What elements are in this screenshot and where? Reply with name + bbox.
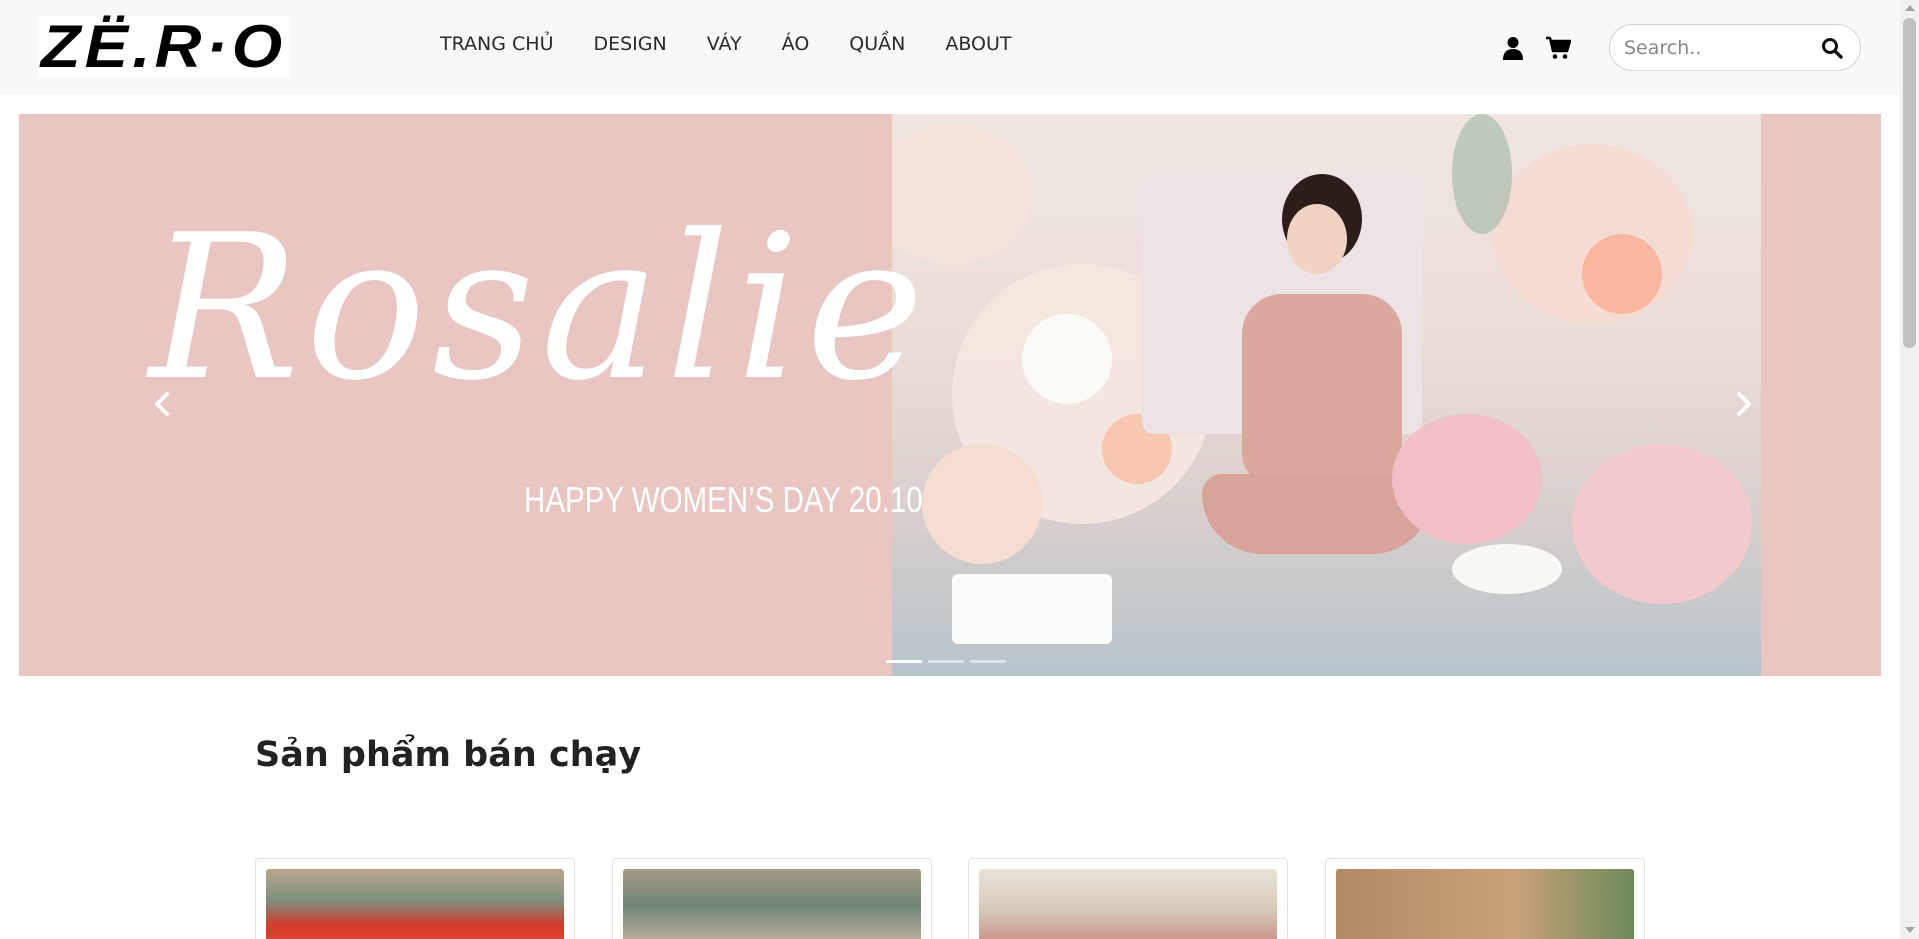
nav-item-design[interactable]: DESIGN	[593, 33, 666, 55]
search-input[interactable]	[1624, 33, 1814, 63]
carousel-prev-icon[interactable]	[147, 384, 177, 424]
carousel-indicators	[886, 660, 1006, 663]
product-image	[623, 869, 921, 939]
carousel-next-icon[interactable]	[1729, 384, 1759, 424]
search-icon[interactable]	[1821, 37, 1843, 59]
product-image	[266, 869, 564, 939]
hero-subtitle: HAPPY WOMEN’S DAY 20.10	[524, 479, 923, 520]
product-image	[1336, 869, 1634, 939]
scroll-down-icon[interactable]	[1905, 927, 1915, 933]
scrollbar-thumb[interactable]	[1903, 18, 1916, 348]
carousel-indicator[interactable]	[970, 660, 1006, 663]
product-card[interactable]	[612, 858, 932, 939]
cart-icon[interactable]	[1545, 36, 1571, 60]
search-box	[1609, 24, 1861, 71]
carousel-indicator[interactable]	[886, 660, 922, 663]
nav-item-about[interactable]: ABOUT	[945, 33, 1011, 55]
user-icon[interactable]	[1502, 36, 1524, 60]
nav-item-quan[interactable]: QUẦN	[849, 33, 905, 55]
hero-carousel[interactable]: Rosalie HAPPY WOMEN’S DAY 20.10	[19, 114, 1881, 676]
hero-script-title: Rosalie	[149, 192, 931, 425]
nav-item-trang-chu[interactable]: TRANG CHỦ	[440, 33, 553, 55]
page-scrollbar[interactable]	[1900, 0, 1919, 939]
logo-text: ZË.R·O	[41, 13, 287, 80]
hero-photo	[892, 114, 1761, 676]
site-header: ZË.R·O TRANG CHỦ DESIGN VÁY ÁO QUẦN ABOU…	[0, 0, 1900, 95]
nav-item-vay[interactable]: VÁY	[707, 33, 742, 55]
nav-item-ao[interactable]: ÁO	[782, 33, 810, 55]
section-title: Sản phẩm bán chạy	[255, 735, 642, 775]
scroll-up-icon[interactable]	[1905, 5, 1915, 11]
product-image	[979, 869, 1277, 939]
main-nav: TRANG CHỦ DESIGN VÁY ÁO QUẦN ABOUT	[440, 33, 1012, 55]
product-card[interactable]	[255, 858, 575, 939]
brand-logo[interactable]: ZË.R·O	[39, 16, 289, 78]
product-card[interactable]	[1325, 858, 1645, 939]
product-card[interactable]	[968, 858, 1288, 939]
carousel-indicator[interactable]	[928, 660, 964, 663]
